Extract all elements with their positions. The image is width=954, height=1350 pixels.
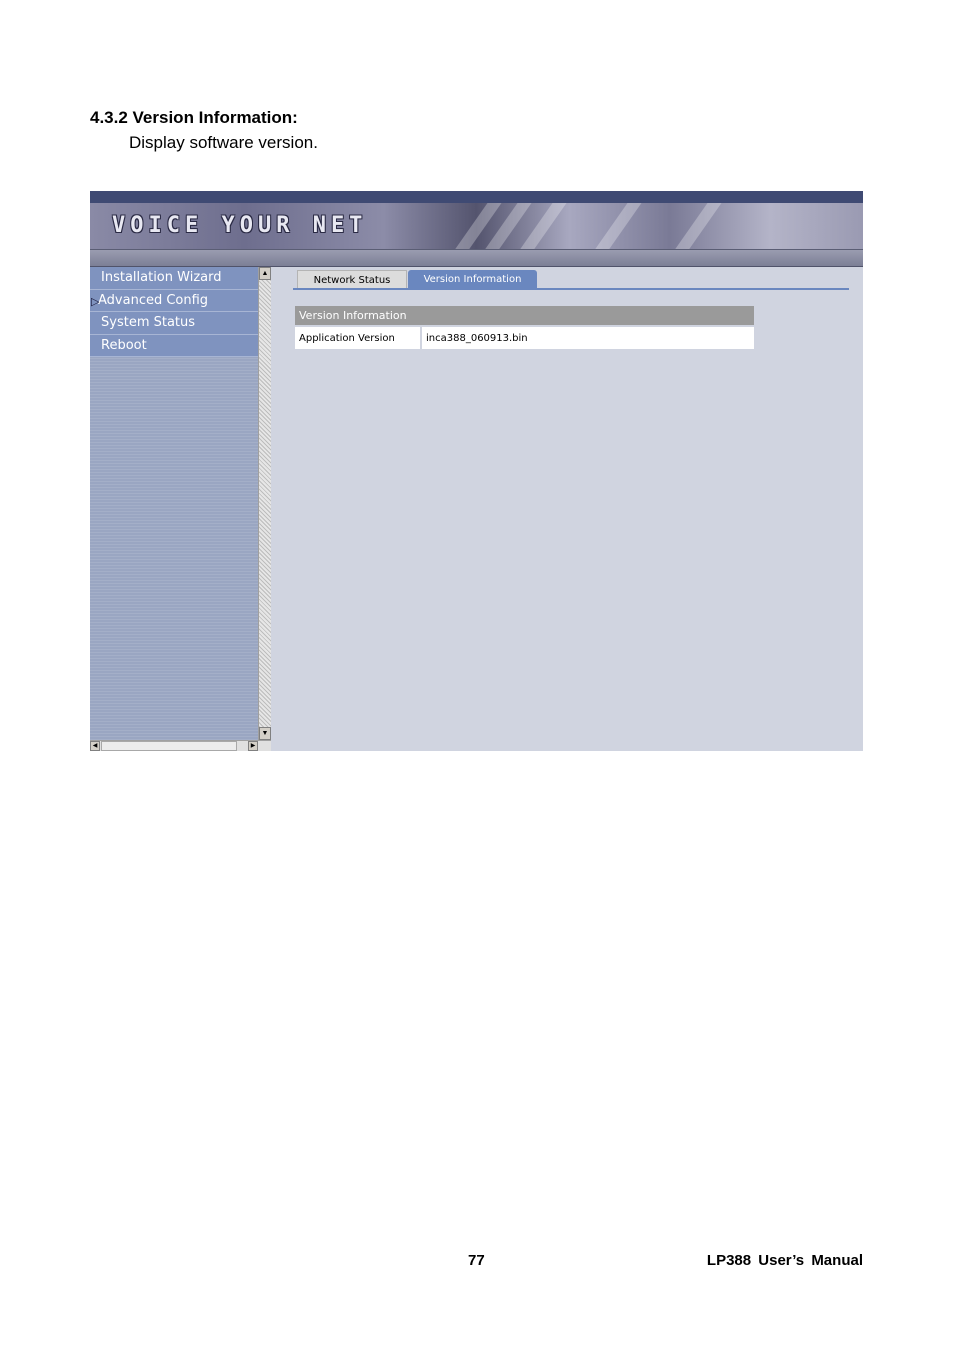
sidebar-item-system-status[interactable]: System Status [90, 312, 258, 335]
title-strip [90, 191, 863, 203]
version-info-table: Version Information Application Version … [295, 306, 754, 349]
application-version-value: inca388_060913.bin [421, 325, 754, 349]
scroll-thumb[interactable] [101, 741, 237, 751]
scroll-up-icon[interactable]: ▲ [259, 267, 271, 280]
sidebar-item-label: Advanced Config [98, 292, 209, 308]
sidebar-item-advanced-config[interactable]: ▷ Advanced Config [90, 289, 258, 312]
sidebar-item-installation-wizard[interactable]: Installation Wizard [90, 267, 258, 290]
active-arrow-icon: ▷ [91, 294, 100, 308]
banner-logo: VOICE YOUR NET [112, 213, 368, 238]
application-version-label: Application Version [295, 325, 422, 349]
scroll-down-icon[interactable]: ▼ [259, 727, 271, 740]
router-web-ui-screenshot: VOICE YOUR NET Installation Wizard ▷ Adv… [90, 191, 863, 751]
banner: VOICE YOUR NET [90, 203, 863, 249]
sidebar-item-label: System Status [101, 315, 196, 330]
sidebar-vertical-scrollbar[interactable]: ▲ ▼ [258, 267, 271, 740]
sidebar-menu: Installation Wizard ▷ Advanced Config Sy… [90, 267, 258, 740]
sidebar-item-label: Installation Wizard [101, 270, 222, 285]
tab-network-status[interactable]: Network Status [297, 270, 407, 289]
tab-version-information[interactable]: Version Information [408, 270, 537, 289]
tab-underline [293, 288, 849, 290]
manual-name: LP388 User’s Manual [706, 1252, 863, 1269]
sidebar-item-label: Reboot [101, 337, 147, 353]
table-header: Version Information [295, 306, 754, 326]
main-content: Network Status Version Information Versi… [271, 267, 863, 751]
section-heading: 4.3.2 Version Information: [90, 108, 298, 127]
scroll-left-icon[interactable]: ◀ [90, 741, 100, 751]
sidebar-item-reboot[interactable]: Reboot [90, 334, 258, 357]
sidebar-horizontal-scrollbar[interactable]: ◀ ▶ [90, 740, 271, 751]
scroll-right-icon[interactable]: ▶ [248, 741, 258, 751]
table-row: Application Version inca388_060913.bin [295, 325, 754, 349]
page-number: 77 [468, 1252, 485, 1269]
section-description: Display software version. [129, 133, 318, 152]
banner-bottom-bar [90, 249, 863, 267]
